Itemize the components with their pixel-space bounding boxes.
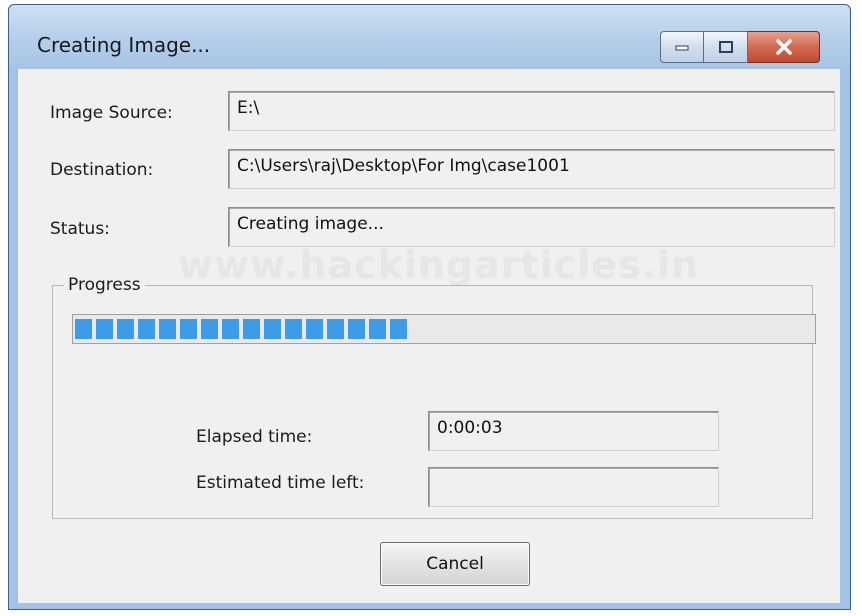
- close-icon: [775, 39, 792, 55]
- watermark: www.hackingarticles.in: [178, 243, 700, 287]
- minimize-button[interactable]: [660, 31, 704, 63]
- status-field[interactable]: Creating image...: [228, 207, 835, 247]
- dialog-window: Creating Image... Image Source: E:\ Dest…: [8, 4, 851, 610]
- estimated-time-field[interactable]: [428, 467, 719, 507]
- cancel-button[interactable]: Cancel: [380, 542, 530, 586]
- destination-label: Destination:: [50, 160, 154, 180]
- maximize-icon: [718, 41, 733, 53]
- destination-field[interactable]: C:\Users\raj\Desktop\For Img\case1001: [228, 149, 835, 189]
- title-bar[interactable]: Creating Image...: [9, 5, 850, 69]
- progress-bar: [72, 314, 816, 344]
- close-button[interactable]: [748, 31, 820, 63]
- image-source-field[interactable]: E:\: [228, 91, 835, 131]
- dialog-body: Image Source: E:\ Destination: C:\Users\…: [18, 69, 840, 603]
- estimated-time-label: Estimated time left:: [196, 473, 365, 493]
- image-source-label: Image Source:: [50, 103, 173, 123]
- elapsed-time-label: Elapsed time:: [196, 427, 313, 447]
- progress-legend: Progress: [64, 275, 145, 295]
- progress-fill: [75, 319, 407, 339]
- maximize-button[interactable]: [704, 31, 748, 63]
- status-label: Status:: [50, 219, 110, 239]
- minimize-icon: [675, 45, 689, 51]
- window-title: Creating Image...: [37, 33, 211, 57]
- progress-group: Progress Elapsed time: 0:00:03 Estimated…: [52, 275, 816, 519]
- elapsed-time-field[interactable]: 0:00:03: [428, 411, 719, 451]
